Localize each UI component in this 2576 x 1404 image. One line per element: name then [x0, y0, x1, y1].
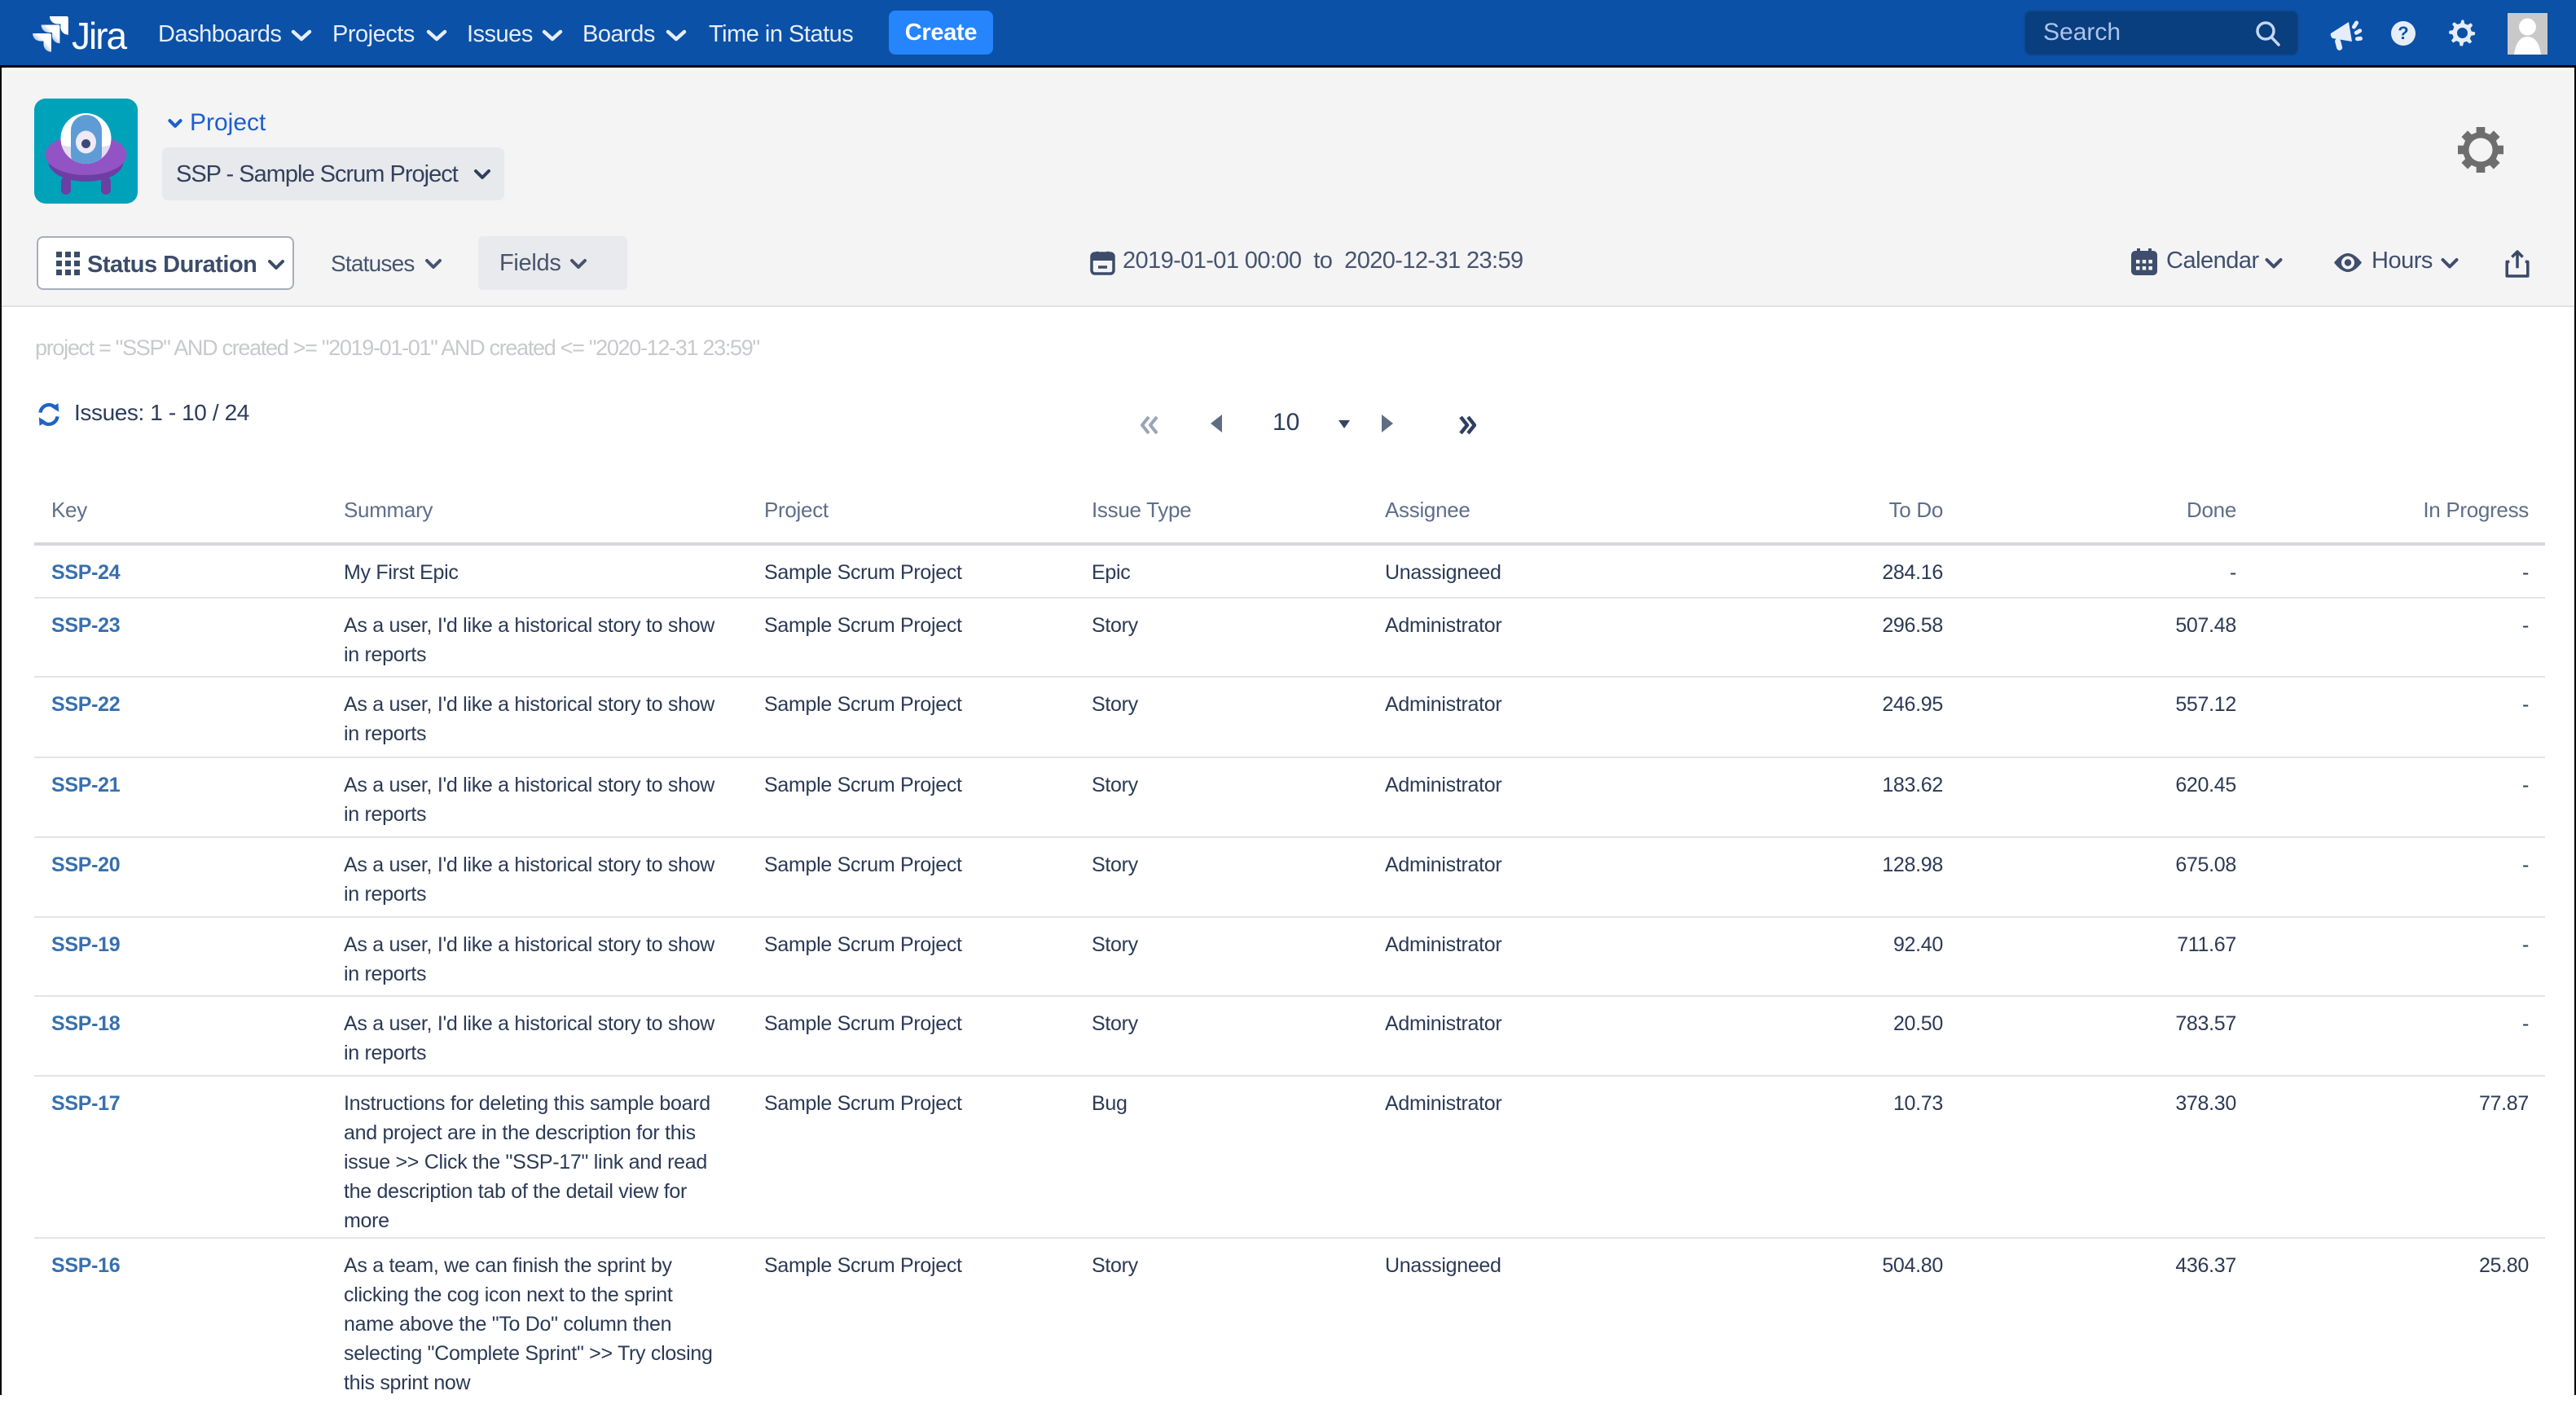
svg-text:?: ?	[2398, 23, 2408, 43]
